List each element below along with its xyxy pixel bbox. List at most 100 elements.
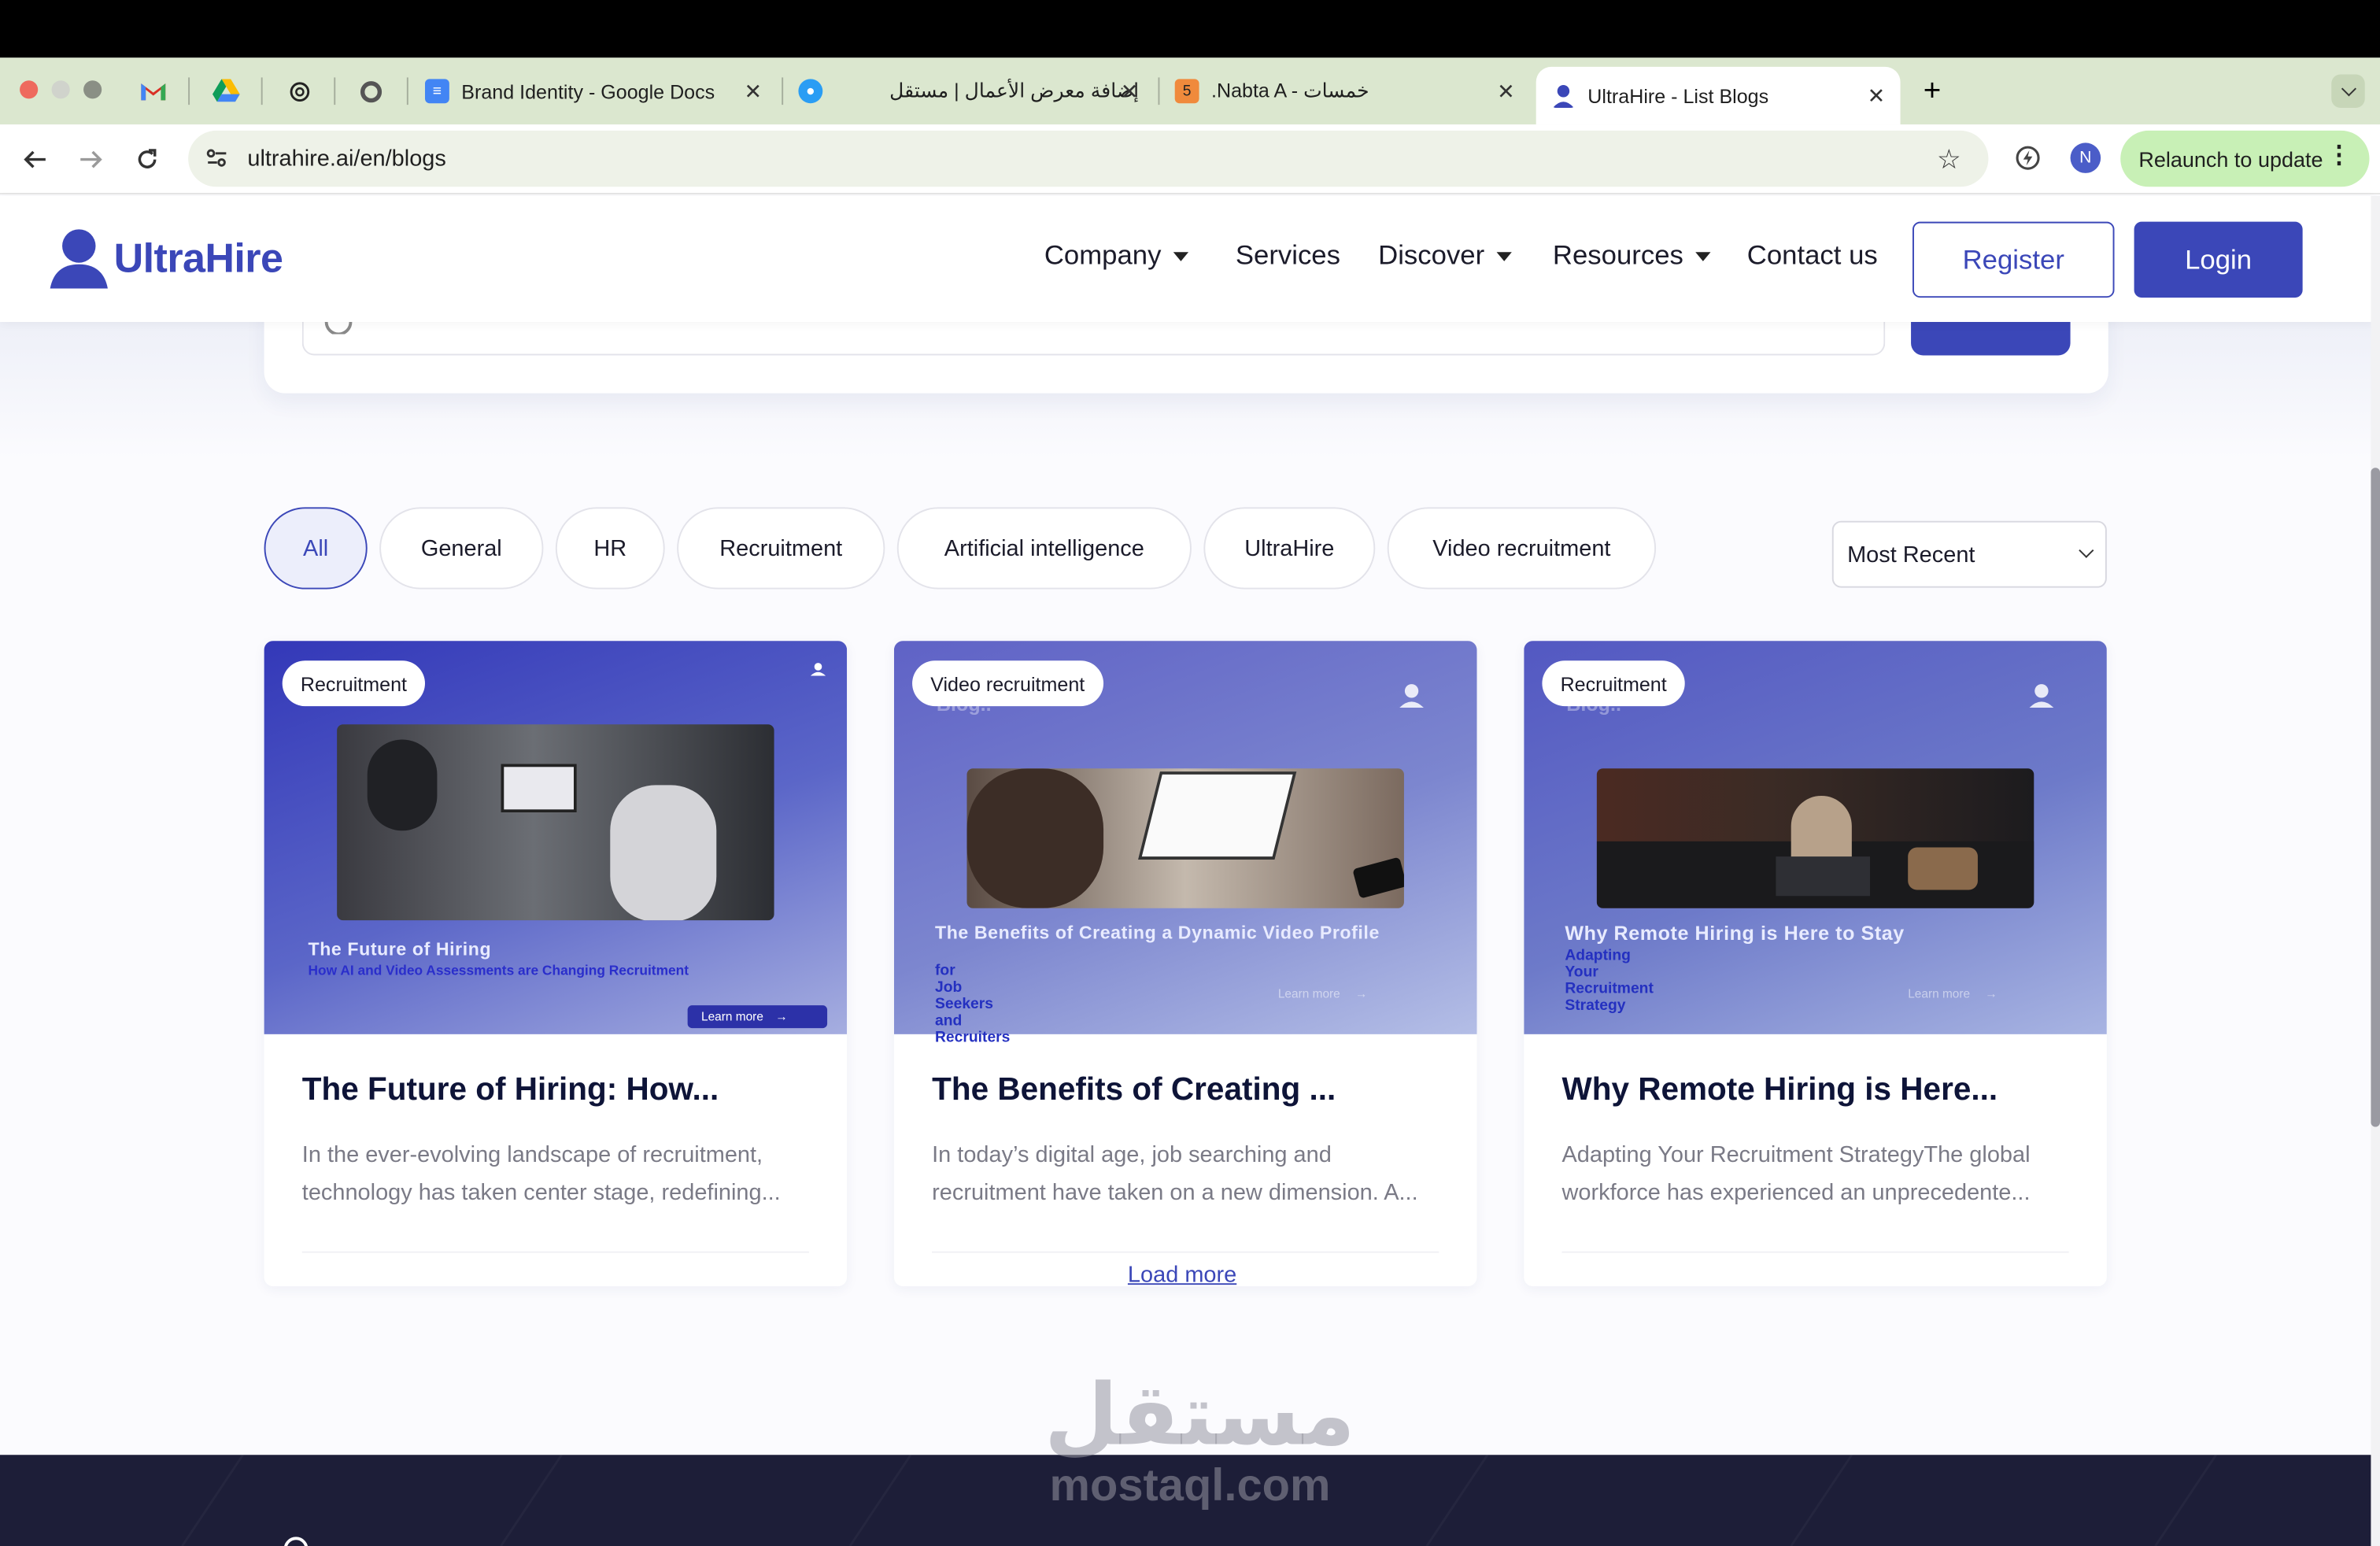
pillow [1908, 847, 1978, 890]
laptop-screen [1137, 771, 1297, 860]
category-badge: Recruitment [282, 660, 426, 707]
drive-pinned-tab[interactable] [209, 75, 242, 108]
category-badge: Recruitment [1542, 660, 1685, 707]
brand-person-icon [1399, 684, 1424, 708]
remote-work-photo [1596, 768, 2034, 908]
reload-icon [138, 149, 157, 168]
relaunch-label: Relaunch to update [2138, 146, 2323, 172]
tab-mostaql[interactable]: ● إضافة معرض الأعمال | مستقل ✕ [798, 67, 1153, 116]
card-description: In today’s digital age, job searching an… [932, 1141, 1418, 1206]
relaunch-to-update-button[interactable]: Relaunch to update ⋮ [2120, 130, 2370, 187]
close-tab-icon[interactable]: ✕ [745, 78, 763, 104]
card-title[interactable]: The Future of Hiring: How... [302, 1072, 719, 1108]
screen-top-bar [0, 0, 2380, 58]
nav-company-header[interactable]: Company [1044, 239, 1189, 272]
nav-company-label: Company [1044, 239, 1162, 271]
filter-ultrahire[interactable]: UltraHire [1203, 507, 1376, 590]
arrow-right-icon: → [775, 1009, 788, 1024]
close-tab-icon[interactable]: ✕ [1497, 78, 1515, 104]
login-button-header[interactable]: Login [2134, 221, 2303, 298]
back-button[interactable] [18, 142, 51, 176]
tab-separator [406, 77, 408, 105]
filter-general[interactable]: General [379, 507, 544, 590]
nav-contact-label: Contact us [1746, 239, 1878, 271]
blog-card[interactable]: The Future of Hiring How AI and Video As… [264, 641, 848, 1287]
url-text[interactable]: ultrahire.ai/en/blogs [247, 146, 445, 172]
filter-all[interactable]: All [264, 507, 368, 590]
thumb-learn-more-label: Learn more [1277, 987, 1340, 1001]
thumb-learn-more-label: Learn more [700, 1009, 763, 1024]
tab-search-button[interactable] [2331, 74, 2365, 108]
nav-contact-header[interactable]: Contact us [1747, 240, 1878, 272]
person-silhouette [966, 768, 1104, 908]
new-tab-button[interactable]: + [1916, 74, 1949, 108]
google-drive-icon [212, 79, 240, 102]
reload-button[interactable] [131, 142, 164, 176]
zoom-window-button[interactable] [83, 80, 102, 99]
meeting-photo [337, 724, 774, 921]
laptop [1776, 856, 1870, 897]
thumb-title: The Benefits of Creating a Dynamic Video… [934, 922, 1380, 944]
page-scrollbar-thumb[interactable] [2371, 468, 2380, 1127]
more-vertical-icon: ⋮ [2326, 142, 2352, 169]
extension-icon[interactable] [2014, 144, 2042, 179]
nav-services-header[interactable]: Services [1236, 240, 1340, 272]
ultrahire-person-icon [50, 229, 108, 289]
sort-select[interactable]: Most Recent [1831, 520, 2107, 588]
mostaql-watermark: مستقل mostaql.com [1044, 1367, 1355, 1511]
category-badge: Video recruitment [912, 660, 1103, 707]
card-description: In the ever-evolving landscape of recrui… [301, 1141, 781, 1206]
watermark-arabic: مستقل [1044, 1367, 1355, 1466]
filter-video-recruitment[interactable]: Video recruitment [1387, 507, 1657, 590]
bookmark-star-icon[interactable]: ☆ [1937, 144, 1961, 176]
caret-down-icon [1695, 251, 1711, 261]
chatgpt-pinned-tab[interactable] [283, 75, 316, 108]
site-info-icon[interactable] [205, 146, 229, 178]
address-bar[interactable] [188, 130, 1989, 187]
ultrahire-logo-header[interactable]: UltraHire [49, 227, 283, 289]
thumb-learn-more-label: Learn more [1908, 987, 1971, 1001]
tab-google-docs[interactable]: ≡ Brand Identity - Google Docs ✕ [424, 67, 777, 116]
laptop-screen [501, 764, 577, 813]
ring-pinned-tab[interactable] [353, 75, 386, 108]
nav-discover-header[interactable]: Discover [1378, 240, 1512, 272]
card-title[interactable]: The Benefits of Creating ... [932, 1072, 1336, 1108]
close-tab-icon[interactable]: ✕ [1868, 83, 1886, 109]
tab-title: UltraHire - List Blogs [1587, 84, 1769, 108]
filter-artificial-intelligence[interactable]: Artificial intelligence [896, 507, 1192, 590]
nav-resources-label: Resources [1552, 239, 1683, 271]
ultrahire-favicon-icon [1552, 85, 1574, 108]
tab-separator [261, 77, 263, 105]
forward-button[interactable] [74, 142, 107, 176]
search-icon [322, 322, 358, 335]
card-description: Adapting Your Recruitment StrategyThe gl… [1561, 1141, 2031, 1206]
chevron-down-icon [2079, 542, 2094, 558]
card-divider [1561, 1251, 2069, 1253]
blog-thumbnail: The Future of Hiring How AI and Video As… [264, 641, 848, 1034]
brand-name: UltraHire [113, 235, 283, 280]
thumb-subtitle: How AI and Video Assessments are Changin… [308, 963, 689, 978]
close-window-button[interactable] [20, 80, 39, 99]
load-more-link[interactable]: Load more [1128, 1262, 1236, 1288]
chevron-down-icon [2340, 80, 2356, 96]
card-divider [932, 1251, 1439, 1253]
nav-resources-header[interactable]: Resources [1553, 240, 1711, 272]
tab-khamsat[interactable]: 5 .Nabta A - خمسات ✕ [1174, 67, 1530, 116]
blog-card[interactable]: Blog.. The Benefits of Creating a Dynami… [893, 641, 1477, 1287]
thumb-subtitle: for Job Seekers and Recruiters [934, 963, 1011, 1047]
gmail-pinned-tab[interactable] [137, 75, 170, 108]
ring-icon [360, 80, 382, 102]
filter-recruitment[interactable]: Recruitment [677, 507, 885, 590]
minimize-window-button[interactable] [51, 80, 70, 99]
profile-avatar[interactable]: N [2070, 142, 2101, 173]
nav-discover-label: Discover [1378, 239, 1485, 271]
blog-card[interactable]: Blog.. Why Remote Hiring is Here to Stay… [1524, 641, 2107, 1287]
card-title[interactable]: Why Remote Hiring is Here... [1561, 1072, 1998, 1108]
tab-ultrahire-active[interactable]: UltraHire - List Blogs ✕ [1536, 66, 1901, 125]
register-button-header[interactable]: Register [1912, 221, 2115, 298]
close-tab-icon[interactable]: ✕ [1121, 78, 1139, 104]
nav-services-label: Services [1235, 239, 1340, 271]
watermark-latin: mostaql.com [1049, 1460, 1331, 1511]
thumb-learn-more: Learn more → [1908, 987, 1998, 1000]
filter-hr[interactable]: HR [555, 507, 665, 590]
